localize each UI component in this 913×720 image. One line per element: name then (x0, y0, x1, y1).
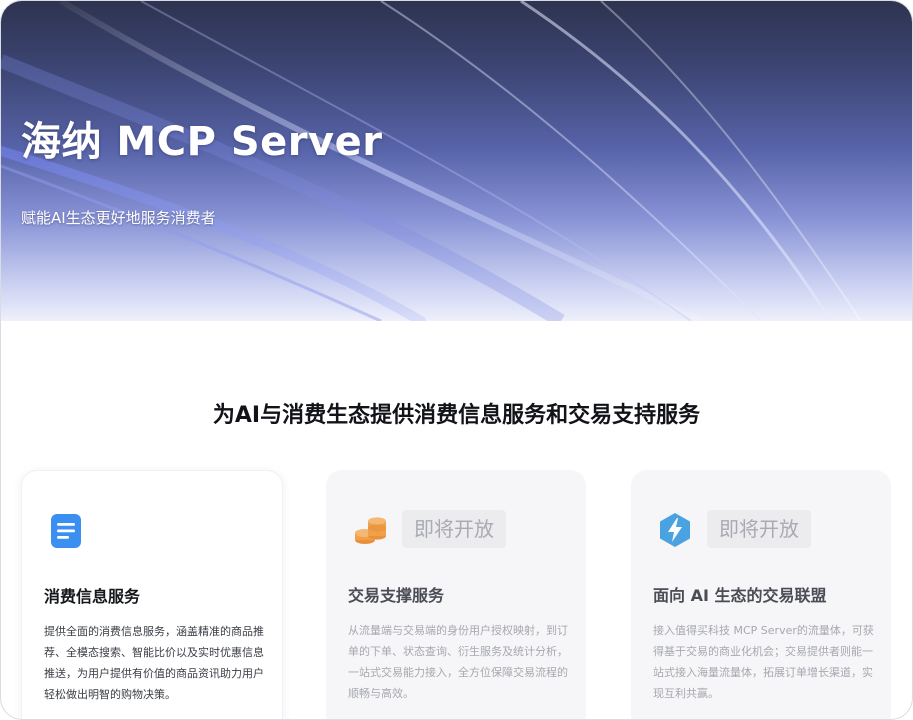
app-window: 海纳 MCP Server 赋能AI生态更好地服务消费者 为AI与消费生态提供消… (0, 0, 913, 720)
coins-icon (355, 517, 386, 544)
card-title: 交易支撑服务 (348, 586, 445, 605)
hero-banner: 海纳 MCP Server 赋能AI生态更好地服务消费者 (1, 1, 912, 321)
hero-subtitle: 赋能AI生态更好地服务消费者 (21, 209, 216, 227)
card-description: 提供全面的消费信息服务，涵盖精准的商品推荐、全模态搜索、智能比价以及实时优惠信息… (44, 625, 264, 701)
card-transaction-support[interactable]: 即将开放 交易支撑服务 从流量端与交易端的身份用户授权映射，到订单的下单、状态查… (326, 470, 586, 719)
card-description: 从流量端与交易端的身份用户授权映射，到订单的下单、状态查询、衍生服务及统计分析，… (348, 624, 568, 700)
card-consumer-info[interactable]: 消费信息服务 提供全面的消费信息服务，涵盖精准的商品推荐、全模态搜索、智能比价以… (21, 470, 283, 719)
coming-soon-badge: 即将开放 (402, 510, 506, 548)
card-ai-trade-alliance[interactable]: 即将开放 面向 AI 生态的交易联盟 接入值得买科技 MCP Server的流量… (631, 470, 891, 719)
lightning-hexagon-icon (660, 513, 690, 547)
coming-soon-badge: 即将开放 (707, 510, 811, 548)
section-headline: 为AI与消费生态提供消费信息服务和交易支持服务 (212, 403, 701, 428)
document-icon (51, 514, 81, 548)
card-title: 面向 AI 生态的交易联盟 (653, 586, 827, 605)
hero-title: 海纳 MCP Server (21, 119, 383, 165)
card-description: 接入值得买科技 MCP Server的流量体，可获得基于交易的商业化机会；交易提… (653, 624, 874, 700)
card-title: 消费信息服务 (44, 587, 141, 606)
